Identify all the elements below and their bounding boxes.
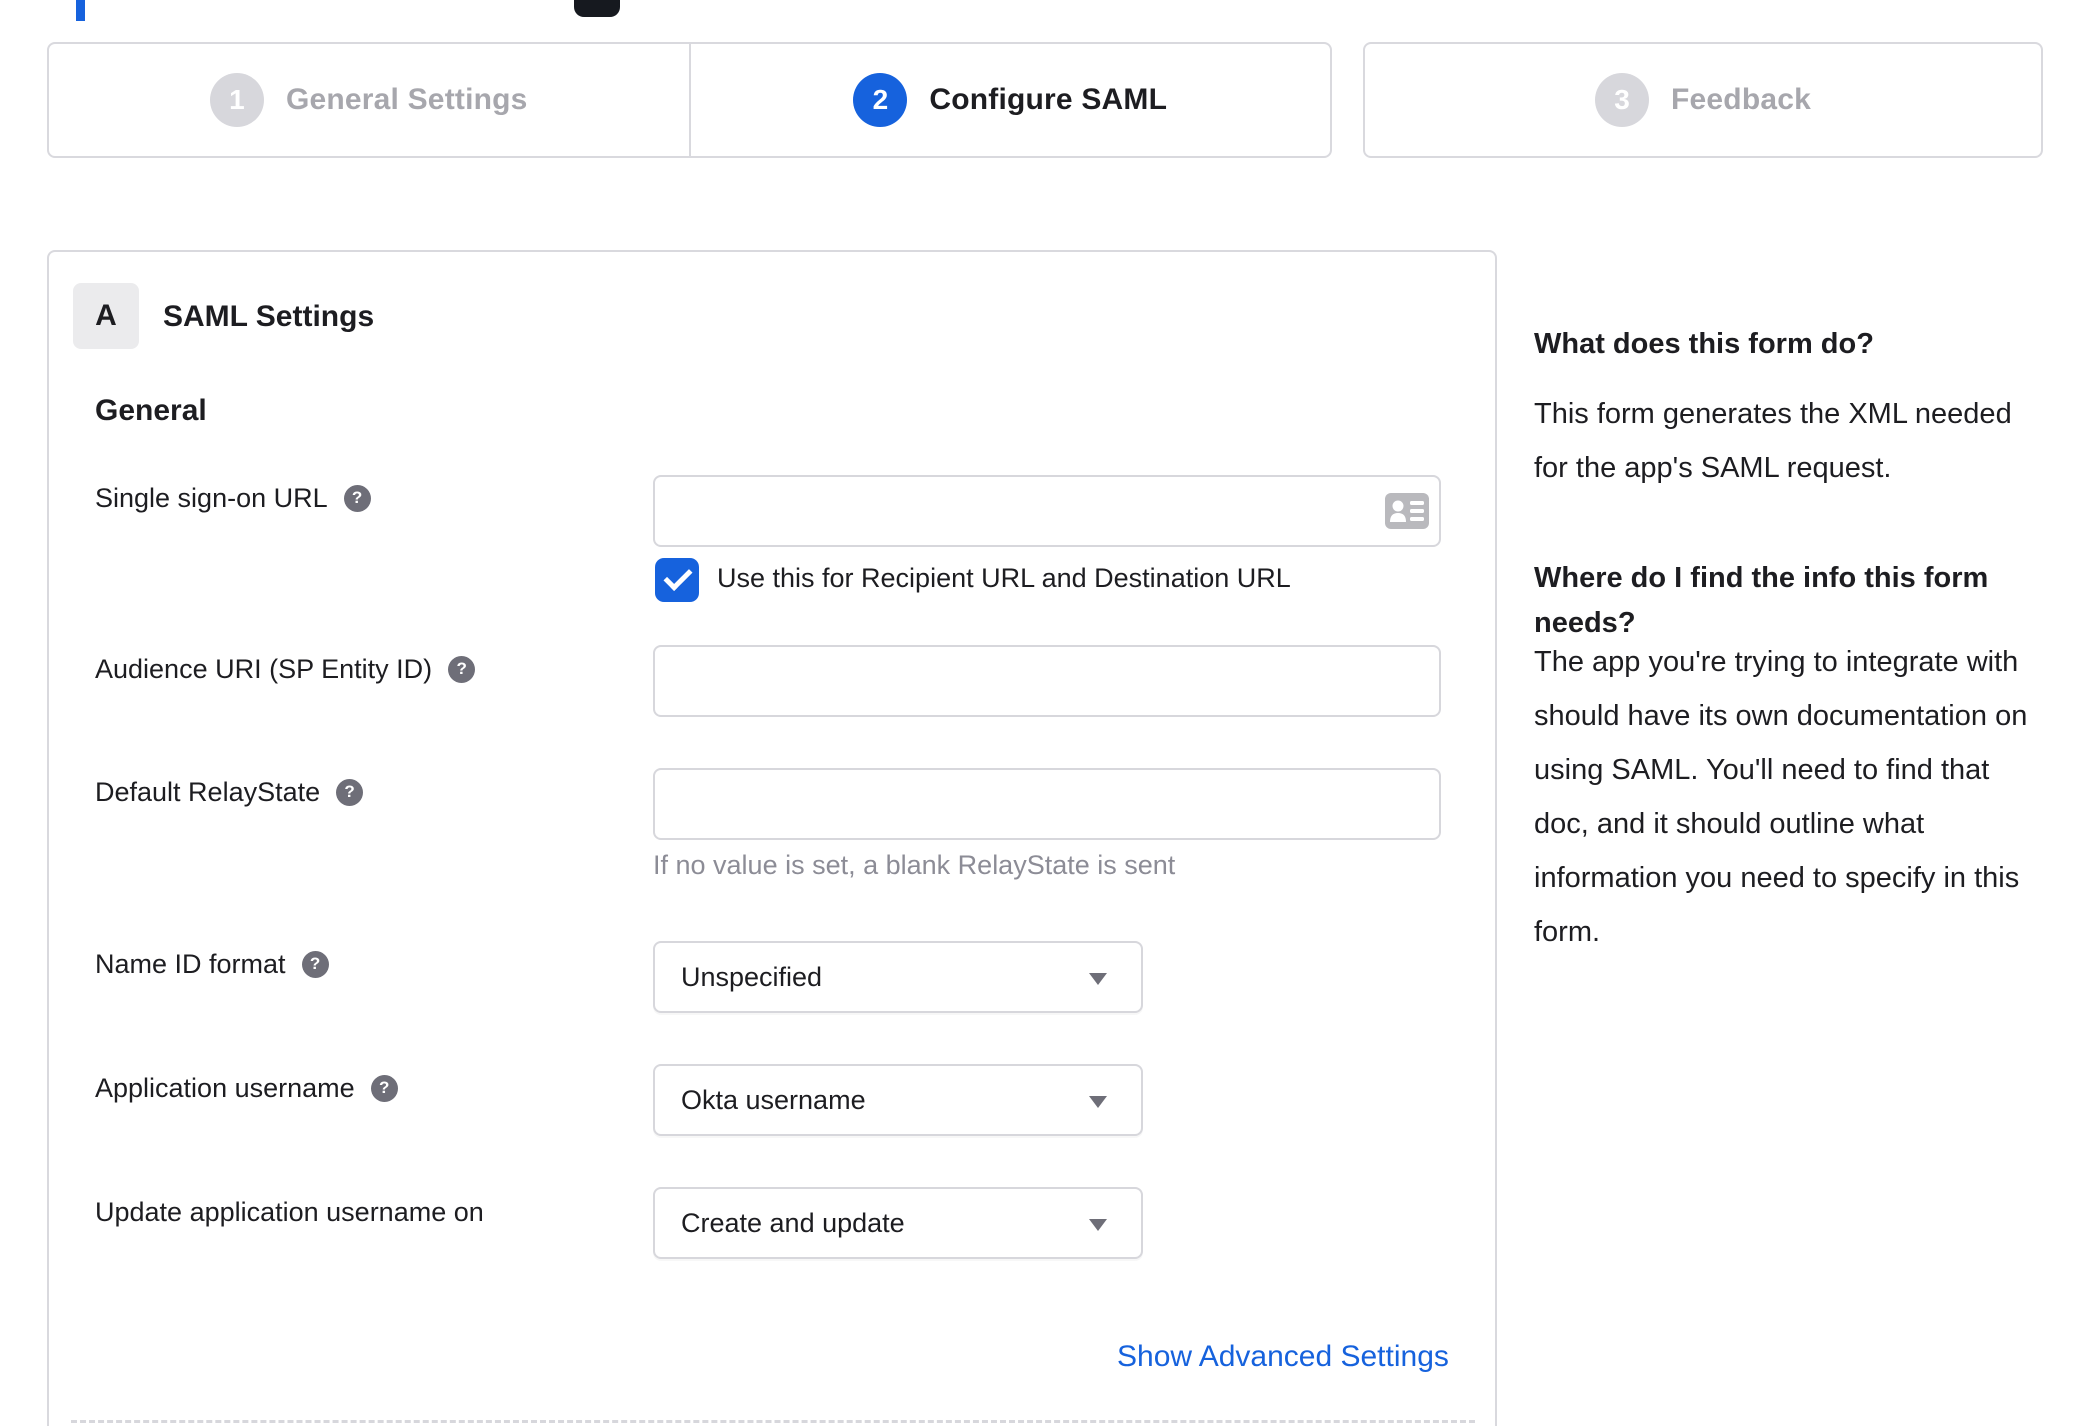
update-app-username-value: Create and update [681, 1207, 905, 1238]
sidebar-paragraph-where: The app you're trying to integrate with … [1534, 646, 2028, 948]
step-2-label: Configure SAML [929, 83, 1168, 116]
panel-title: SAML Settings [163, 300, 375, 333]
name-id-format-label: Name ID format [95, 947, 329, 981]
step-general-settings[interactable]: 1 General Settings [49, 44, 689, 156]
section-dashed-divider [71, 1420, 1475, 1423]
section-a-badge: A [73, 283, 139, 349]
step-1-label: General Settings [285, 83, 528, 116]
step-1-number-badge: 1 [209, 73, 264, 127]
sso-url-input[interactable] [653, 475, 1441, 547]
configure-saml-page: 1 General Settings 2 Configure SAML 3 Fe… [0, 0, 2092, 1426]
application-username-label: Application username [95, 1071, 398, 1105]
default-relaystate-help-icon[interactable] [336, 778, 364, 806]
application-username-help-icon[interactable] [370, 1074, 398, 1102]
chevron-down-icon [1089, 973, 1107, 985]
sidebar-heading-where: Where do I find the info this form needs… [1534, 562, 1989, 639]
step-configure-saml[interactable]: 2 Configure SAML [688, 44, 1331, 156]
update-app-username-select[interactable]: Create and update [653, 1187, 1143, 1259]
update-app-username-label-text: Update application username on [95, 1197, 484, 1227]
use-for-recipient-destination-label: Use this for Recipient URL and Destinati… [717, 563, 1291, 593]
use-for-recipient-destination-checkbox[interactable] [655, 558, 699, 602]
sso-url-label: Single sign-on URL [95, 481, 371, 515]
sidebar-heading-what: What does this form do? [1534, 328, 1874, 360]
audience-uri-help-icon[interactable] [448, 655, 476, 683]
show-advanced-settings-link[interactable]: Show Advanced Settings [1117, 1340, 1449, 1374]
name-id-format-label-text: Name ID format [95, 949, 286, 979]
default-relaystate-label: Default RelayState [95, 775, 364, 809]
step-feedback[interactable]: 3 Feedback [1365, 44, 2041, 156]
contact-card-icon[interactable] [1385, 493, 1429, 529]
name-id-format-select[interactable]: Unspecified [653, 941, 1143, 1013]
chevron-down-icon [1089, 1096, 1107, 1108]
relaystate-hint: If no value is set, a blank RelayState i… [653, 850, 1176, 880]
name-id-format-value: Unspecified [681, 961, 823, 992]
sidebar-paragraph-what: This form generates the XML needed for t… [1534, 398, 2012, 484]
general-section-heading: General [95, 394, 207, 427]
audience-uri-input[interactable] [653, 645, 1441, 717]
step-3-label: Feedback [1671, 83, 1811, 116]
application-username-select[interactable]: Okta username [653, 1064, 1143, 1136]
step-2-number-badge: 2 [853, 73, 908, 127]
audience-uri-label: Audience URI (SP Entity ID) [95, 652, 476, 686]
default-relaystate-label-text: Default RelayState [95, 777, 321, 807]
update-app-username-label: Update application username on [95, 1195, 484, 1229]
step-3-number-badge: 3 [1595, 73, 1649, 127]
application-username-value: Okta username [681, 1084, 866, 1115]
sso-url-label-text: Single sign-on URL [95, 483, 328, 513]
sso-url-input-wrap [653, 475, 1441, 547]
clipped-header-accent [76, 0, 85, 21]
default-relaystate-input[interactable] [653, 768, 1441, 840]
application-username-label-text: Application username [95, 1073, 355, 1103]
chevron-down-icon [1089, 1219, 1107, 1231]
sso-url-help-icon[interactable] [343, 484, 371, 512]
audience-uri-label-text: Audience URI (SP Entity ID) [95, 654, 433, 684]
clipped-header-glyph [574, 0, 620, 17]
wizard-stepper: 1 General Settings 2 Configure SAML [47, 42, 1332, 158]
name-id-format-help-icon[interactable] [301, 950, 329, 978]
wizard-stepper-feedback: 3 Feedback [1363, 42, 2043, 158]
